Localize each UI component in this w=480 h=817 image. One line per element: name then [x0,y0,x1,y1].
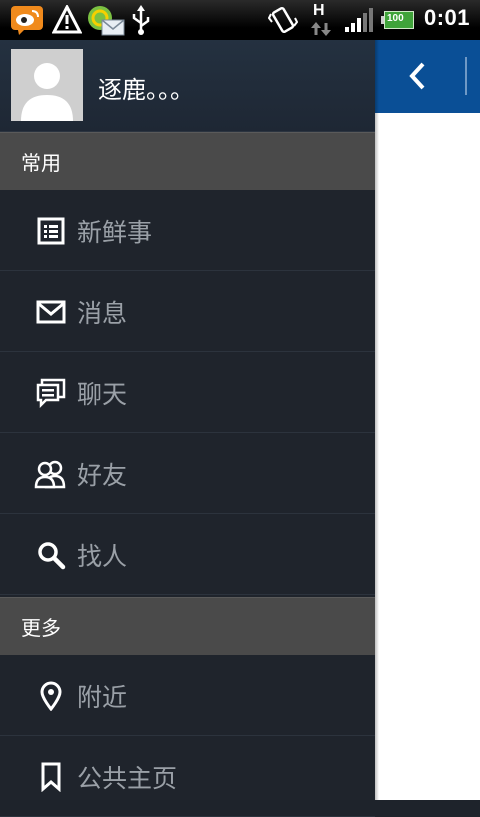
menu-item-label: 好友 [77,460,128,490]
status-bar: H 100 0:01 [0,0,480,40]
profile-header[interactable]: 逐鹿。。。 [0,40,375,132]
news-feed-icon [34,214,68,248]
usb-icon [128,4,154,36]
menu-item-label: 消息 [77,298,128,328]
menu-item-label: 附近 [77,682,128,712]
location-pin-icon [34,679,68,713]
back-button[interactable] [403,58,433,94]
menu-item-label: 新鲜事 [77,217,153,247]
avatar[interactable] [11,49,83,121]
bookmark-icon [34,760,68,794]
friends-icon [34,457,68,491]
default-avatar-icon [11,49,83,121]
signal-icon [342,4,376,36]
menu-item-chat[interactable]: 聊天 [0,353,375,433]
network-type-label: H [313,2,325,19]
menu-item-messages[interactable]: 消息 [0,272,375,352]
menu-item-news-feed[interactable]: 新鲜事 [0,191,375,271]
menu-item-label: 公共主页 [77,763,178,793]
message-icon [86,4,126,36]
alert-icon [52,4,82,36]
battery-level-label: 100 [387,13,404,24]
envelope-icon [34,295,68,329]
content-top-bar [375,40,480,113]
drawer-shadow [375,40,379,800]
menu-item-label: 聊天 [77,379,128,409]
menu-item-find-people[interactable]: 找人 [0,515,375,595]
content-area[interactable] [375,113,480,800]
navigation-drawer: 逐鹿。。。 常用 新鲜事 消息 聊天 好友 找人 更多 附近 公共主页 [0,40,375,817]
section-header-more: 更多 [0,597,375,655]
chevron-left-icon [409,62,425,90]
battery-icon: 100 [380,4,416,36]
menu-item-friends[interactable]: 好友 [0,434,375,514]
menu-item-label: 找人 [77,541,128,571]
clock: 0:01 [423,5,470,30]
vibrate-icon [268,4,298,36]
weibo-icon [8,4,46,36]
username: 逐鹿。。。 [98,76,194,104]
menu-item-nearby[interactable]: 附近 [0,656,375,736]
search-icon [34,538,68,572]
menu-item-public-pages[interactable]: 公共主页 [0,737,375,817]
network-h-icon: H [308,2,334,36]
section-header-common: 常用 [0,132,375,190]
chat-icon [34,376,68,410]
divider [465,57,467,95]
